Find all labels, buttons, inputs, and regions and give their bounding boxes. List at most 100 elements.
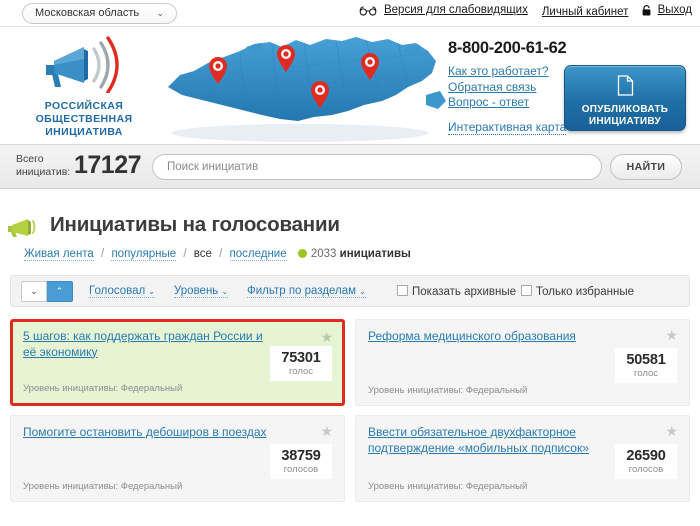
page-title-row: Инициативы на голосовании [0, 212, 700, 242]
account-item[interactable]: Личный кабинет [542, 6, 629, 18]
subnav-latest[interactable]: последние [229, 248, 287, 261]
accessibility-version-item[interactable]: Версия для слабовидящих [359, 4, 528, 19]
vote-count-box: 26590 голосов [615, 444, 677, 479]
initiative-title-link[interactable]: 5 шагов: как поддержать граждан России и… [23, 329, 278, 360]
filter-toolbar: ⌄ ⌃ Голосовал ⌄ Уровень ⌄ Фильтр по раздел… [10, 275, 690, 307]
vote-count-box: 50581 голос [615, 348, 677, 383]
account-link[interactable]: Личный кабинет [542, 6, 629, 18]
map-pin[interactable] [310, 81, 330, 109]
subnav-separator: / [183, 248, 187, 260]
initiative-card[interactable]: Реформа медицинского образования ★ 50581… [355, 319, 690, 406]
logo-text: РОССИЙСКАЯ ОБЩЕСТВЕННАЯ ИНИЦИАТИВА [14, 100, 154, 139]
map-pin[interactable] [360, 53, 380, 81]
total-initiatives-count: 17127 [74, 151, 142, 179]
logout-item[interactable]: Выход [642, 4, 692, 19]
star-icon[interactable]: ★ [665, 328, 678, 342]
search-input[interactable] [152, 154, 602, 180]
map-pin[interactable] [276, 45, 296, 73]
site-logo[interactable]: РОССИЙСКАЯ ОБЩЕСТВЕННАЯ ИНИЦИАТИВА [14, 35, 154, 139]
logo-text-line-2: ОБЩЕСТВЕННАЯ [35, 113, 133, 125]
vote-count-label: голосов [628, 464, 664, 475]
filter-sections-label: Фильтр по разделам [247, 285, 357, 297]
initiative-title-link[interactable]: Помогите остановить дебоширов в поездах [23, 425, 278, 441]
initiative-level: Уровень инициативы: Федеральный [368, 481, 528, 492]
chevron-down-icon: ⌄ [156, 8, 164, 18]
initiative-title-link[interactable]: Ввести обязательное двухфакторное подтве… [368, 425, 623, 456]
accessibility-version-link[interactable]: Версия для слабовидящих [384, 4, 528, 16]
initiatives-grid: 5 шагов: как поддержать граждан России и… [10, 319, 690, 502]
chevron-down-icon: ⌄ [148, 287, 155, 296]
russia-map-image[interactable] [150, 29, 450, 144]
vote-count: 75301 [281, 350, 321, 366]
glasses-icon [359, 6, 377, 19]
initiative-title-link[interactable]: Реформа медицинского образования [368, 329, 623, 345]
publish-initiative-button[interactable]: ОПУБЛИКОВАТЬ ИНИЦИАТИВУ [564, 65, 686, 131]
show-archived-checkbox[interactable] [397, 285, 408, 296]
star-icon[interactable]: ★ [320, 424, 333, 438]
subnav-separator: / [101, 248, 105, 260]
vote-count-label: голос [288, 366, 313, 377]
filter-level-dropdown[interactable]: Уровень ⌄ [174, 285, 229, 298]
show-archived-checkbox-row[interactable]: Показать архивные [397, 285, 516, 298]
top-bar: Московская область ⌄ Версия для слабовид… [0, 0, 700, 27]
vote-count-box: 75301 голос [270, 346, 332, 381]
vote-count-box: 38759 голосов [270, 444, 332, 479]
subnav-all-active[interactable]: все [194, 248, 212, 260]
search-submit-button[interactable]: НАЙТИ [610, 154, 682, 180]
vote-count: 50581 [626, 352, 666, 368]
subnav-count: 2033 [310, 248, 337, 260]
total-initiatives-label: Всего инициатив: [16, 153, 70, 178]
map-pin[interactable] [208, 57, 228, 85]
subnav-live-feed[interactable]: Живая лента [24, 248, 94, 261]
filter-voted-dropdown[interactable]: Голосовал ⌄ [89, 285, 155, 298]
megaphone-title-icon [6, 216, 36, 243]
hero-banner: РОССИЙСКАЯ ОБЩЕСТВЕННАЯ ИНИЦИАТИВА 8-800… [0, 27, 700, 144]
total-label-line-1: Всего [16, 153, 44, 165]
initiative-level: Уровень инициативы: Федеральный [368, 385, 528, 396]
filter-level-label: Уровень [174, 285, 219, 297]
sort-descending-button[interactable]: ⌄ [21, 281, 47, 302]
publish-button-line-2: ИНИЦИАТИВУ [588, 116, 662, 127]
vote-count: 38759 [281, 448, 321, 464]
only-favorites-label: Только избранные [536, 286, 635, 298]
initiative-card[interactable]: 5 шагов: как поддержать граждан России и… [10, 319, 345, 406]
support-phone: 8-800-200-61-62 [448, 39, 567, 57]
vote-count: 26590 [626, 448, 666, 464]
region-selector[interactable]: Московская область ⌄ [22, 3, 177, 24]
page-title: Инициативы на голосовании [50, 213, 340, 236]
interactive-map-link[interactable]: Интерактивная карта [448, 120, 567, 135]
vote-count-label: голосов [283, 464, 319, 475]
top-bar-links: Версия для слабовидящих Личный кабинет В… [359, 4, 692, 19]
document-icon [565, 75, 685, 101]
vote-count-label: голос [633, 368, 658, 379]
only-favorites-checkbox-row[interactable]: Только избранные [521, 285, 634, 298]
logout-link[interactable]: Выход [658, 4, 692, 16]
show-archived-label: Показать архивные [412, 286, 517, 298]
sort-ascending-button[interactable]: ⌃ [47, 281, 73, 302]
search-bar: Всего инициатив: 17127 НАЙТИ [0, 144, 700, 189]
filter-sections-dropdown[interactable]: Фильтр по разделам ⌄ [247, 285, 366, 298]
logo-text-line-1: РОССИЙСКАЯ [44, 100, 124, 112]
sub-navigation: Живая лента / популярные / все / последн… [24, 248, 700, 261]
subnav-separator: / [219, 248, 223, 260]
chevron-down-icon: ⌄ [359, 287, 366, 296]
star-icon[interactable]: ★ [320, 330, 333, 344]
star-icon[interactable]: ★ [665, 424, 678, 438]
lock-icon [642, 5, 651, 19]
initiative-level: Уровень инициативы: Федеральный [23, 481, 183, 492]
publish-button-line-1: ОПУБЛИКОВАТЬ [581, 103, 669, 115]
filter-voted-label: Голосовал [89, 285, 146, 297]
only-favorites-checkbox[interactable] [521, 285, 532, 296]
total-label-line-2: инициатив: [16, 165, 71, 178]
initiative-level: Уровень инициативы: Федеральный [23, 383, 183, 394]
subnav-popular[interactable]: популярные [111, 248, 177, 261]
megaphone-logo-icon [38, 36, 130, 97]
region-selector-label: Московская область [35, 7, 140, 19]
initiative-card[interactable]: Помогите остановить дебоширов в поездах … [10, 415, 345, 502]
logo-text-line-3: ИНИЦИАТИВА [45, 126, 123, 138]
subnav-count-label: инициативы [339, 248, 411, 260]
initiative-card[interactable]: Ввести обязательное двухфакторное подтве… [355, 415, 690, 502]
sort-direction-group: ⌄ ⌃ [21, 281, 73, 302]
green-dot-icon [297, 249, 307, 258]
chevron-down-icon: ⌄ [221, 287, 229, 296]
